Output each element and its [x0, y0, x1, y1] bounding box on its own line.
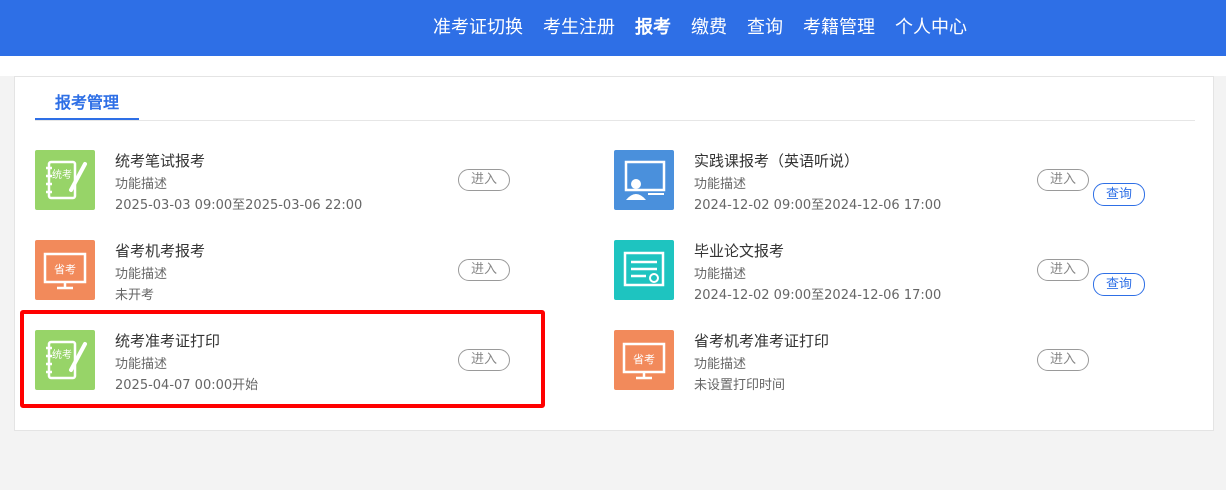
card-description: 功能描述: [694, 267, 747, 282]
card-unified-written-apply: 统考 统考笔试报考 功能描述 2025-03-03 09:00至2025-03-…: [35, 150, 595, 222]
card-title: 省考机考准考证打印: [694, 332, 830, 350]
card-practice-course-apply: 实践课报考（英语听说） 功能描述 2024-12-02 09:00至2024-1…: [614, 150, 1174, 222]
monitor-exam-icon: 省考: [614, 330, 674, 390]
nav-item-register[interactable]: 考生注册: [543, 13, 615, 39]
nav-item-apply[interactable]: 报考: [635, 13, 671, 39]
query-button[interactable]: 查询: [1093, 273, 1145, 296]
card-time: 2024-12-02 09:00至2024-12-06 17:00: [694, 288, 942, 303]
card-description: 功能描述: [115, 177, 168, 192]
card-title: 毕业论文报考: [694, 242, 785, 260]
card-title: 统考笔试报考: [115, 152, 206, 170]
svg-text:省考: 省考: [633, 353, 655, 366]
tab-divider: [35, 120, 1195, 121]
query-button[interactable]: 查询: [1093, 183, 1145, 206]
certificate-icon: [614, 240, 674, 300]
nav-item-record-management[interactable]: 考籍管理: [803, 13, 875, 39]
card-title: 省考机考报考: [115, 242, 206, 260]
nav-item-admission-switch[interactable]: 准考证切换: [433, 13, 523, 39]
nav-item-payment[interactable]: 缴费: [691, 13, 727, 39]
header-spacer: [0, 56, 1226, 76]
enter-button[interactable]: 进入: [1037, 169, 1089, 191]
card-provincial-computer-apply: 省考 省考机考报考 功能描述 未开考 进入: [35, 240, 595, 312]
monitor-exam-icon: 省考: [35, 240, 95, 300]
enter-button[interactable]: 进入: [458, 259, 510, 281]
notebook-pen-icon: 统考: [35, 150, 95, 210]
highlight-box: [20, 310, 545, 408]
nav-item-query[interactable]: 查询: [747, 13, 783, 39]
card-description: 功能描述: [694, 357, 747, 372]
card-description: 功能描述: [115, 267, 168, 282]
card-time: 2025-03-03 09:00至2025-03-06 22:00: [115, 198, 363, 213]
card-thesis-apply: 毕业论文报考 功能描述 2024-12-02 09:00至2024-12-06 …: [614, 240, 1174, 312]
tab-apply-management[interactable]: 报考管理: [35, 85, 139, 120]
tab-label: 报考管理: [55, 93, 120, 112]
classroom-board-icon: [614, 150, 674, 210]
svg-text:统考: 统考: [52, 168, 72, 181]
card-title: 实践课报考（英语听说）: [694, 152, 860, 170]
svg-text:省考: 省考: [54, 263, 76, 276]
top-nav: 准考证切换 考生注册 报考 缴费 查询 考籍管理 个人中心: [0, 0, 1226, 56]
card-time: 未设置打印时间: [694, 378, 786, 393]
enter-button[interactable]: 进入: [1037, 259, 1089, 281]
card-time: 未开考: [115, 288, 155, 303]
enter-button[interactable]: 进入: [1037, 349, 1089, 371]
card-provincial-admission-print: 省考 省考机考准考证打印 功能描述 未设置打印时间 进入: [614, 330, 1174, 402]
nav-item-personal-center[interactable]: 个人中心: [895, 13, 967, 39]
card-time: 2024-12-02 09:00至2024-12-06 17:00: [694, 198, 942, 213]
card-description: 功能描述: [694, 177, 747, 192]
enter-button[interactable]: 进入: [458, 169, 510, 191]
